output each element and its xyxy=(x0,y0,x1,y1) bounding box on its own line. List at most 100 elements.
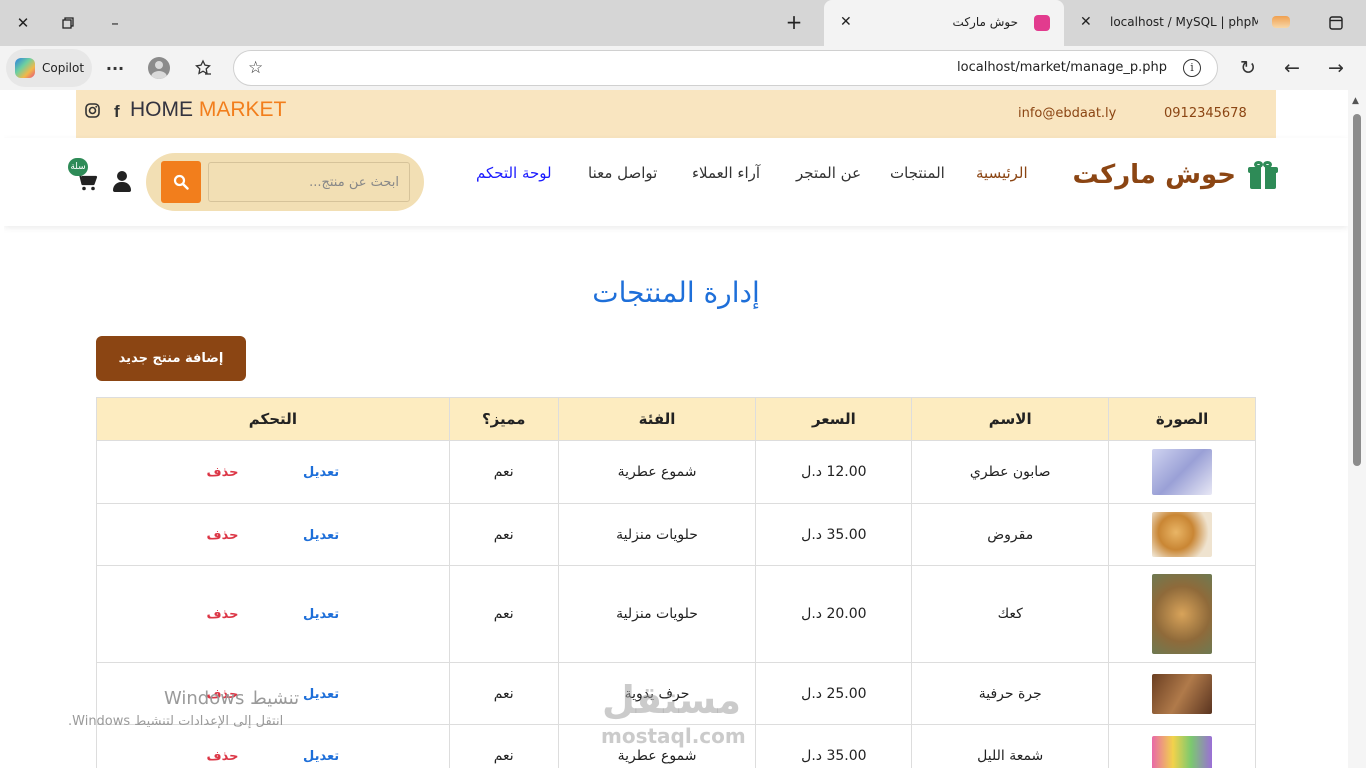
col-header-featured: مميز؟ xyxy=(448,397,559,441)
restore-window-icon[interactable] xyxy=(57,12,79,34)
copilot-label: Copilot xyxy=(42,61,85,75)
site-header: حوش ماركت الرئيسية المنتجات عن المتجر آر… xyxy=(4,138,1348,226)
windows-activation-title: تنشيط Windows xyxy=(164,688,300,709)
phpmyadmin-favicon-icon xyxy=(1272,16,1290,28)
edit-link[interactable]: تعديل xyxy=(303,465,339,480)
edit-link[interactable]: تعديل xyxy=(303,607,339,622)
edit-link[interactable]: تعديل xyxy=(303,687,339,702)
col-header-price: السعر xyxy=(755,397,913,441)
search-input[interactable]: ابحث عن منتج... xyxy=(208,162,410,202)
nav-products[interactable]: المنتجات xyxy=(890,164,945,182)
product-image-cell xyxy=(1108,662,1256,725)
favorite-star-icon[interactable]: ☆ xyxy=(248,58,263,78)
close-window-icon[interactable]: ✕ xyxy=(12,12,34,34)
nav-home[interactable]: الرئيسية xyxy=(976,164,1028,182)
search-button[interactable] xyxy=(161,161,201,203)
page-viewport: f HOME MARKET info@ebdaat.ly 0912345678 … xyxy=(4,90,1348,768)
delete-link[interactable]: حذف xyxy=(207,465,239,480)
watermark-arabic: مستقل xyxy=(602,678,741,722)
site-info-icon[interactable]: i xyxy=(1183,59,1201,77)
product-featured: نعم xyxy=(448,440,559,504)
product-featured: نعم xyxy=(448,565,559,663)
table-row: صابون عطري 12.00 د.ل شموع عطرية نعم تعدي… xyxy=(96,440,1256,504)
minimize-window-icon[interactable]: – xyxy=(104,12,126,34)
delete-link[interactable]: حذف xyxy=(207,749,239,764)
table-header-row: الصورة الاسم السعر الفئة مميز؟ التحكم xyxy=(96,397,1256,441)
tab-title: localhost / MySQL | phpMy xyxy=(1110,15,1258,29)
logo-text: حوش ماركت xyxy=(1072,160,1236,190)
user-icon[interactable] xyxy=(112,171,132,193)
search-container: ابحث عن منتج... xyxy=(146,153,424,211)
contact-email[interactable]: info@ebdaat.ly xyxy=(1018,106,1116,121)
product-actions: تعديل حذف xyxy=(96,440,450,504)
copilot-icon xyxy=(15,58,35,78)
product-image xyxy=(1152,449,1213,495)
col-header-actions: التحكم xyxy=(96,397,450,441)
refresh-icon[interactable]: ↻ xyxy=(1237,57,1259,79)
page-scrollbar[interactable]: ▲ xyxy=(1348,90,1366,768)
nav-reviews[interactable]: آراء العملاء xyxy=(692,164,760,182)
profile-icon[interactable] xyxy=(148,57,170,79)
product-name: صابون عطري xyxy=(911,440,1110,504)
product-actions: تعديل حذف xyxy=(96,503,450,566)
nav-about[interactable]: عن المتجر xyxy=(796,164,861,182)
tab-home-market[interactable]: ✕ حوش ماركت xyxy=(824,0,1064,46)
facebook-icon[interactable]: f xyxy=(114,102,120,122)
watermark-url: mostaql.com xyxy=(601,724,746,748)
tab-strip: ✕ – + ✕ حوش ماركت ✕ localhost / MySQL | … xyxy=(0,0,1366,46)
nav-dashboard[interactable]: لوحة التحكم xyxy=(476,164,552,182)
edit-link[interactable]: تعديل xyxy=(303,528,339,543)
product-featured: نعم xyxy=(448,724,559,768)
tab-actions-icon[interactable] xyxy=(1325,12,1347,34)
tab-title: حوش ماركت xyxy=(952,15,1018,29)
edit-link[interactable]: تعديل xyxy=(303,749,339,764)
product-price: 12.00 د.ل xyxy=(755,440,913,504)
site-logo[interactable]: حوش ماركت xyxy=(1073,160,1278,190)
search-icon xyxy=(173,174,189,190)
product-featured: نعم xyxy=(448,662,559,725)
delete-link[interactable]: حذف xyxy=(207,607,239,622)
site-favicon-icon xyxy=(1034,15,1050,31)
product-image xyxy=(1152,735,1213,768)
more-options-icon[interactable]: ··· xyxy=(104,57,126,79)
product-name: مقروض xyxy=(911,503,1110,566)
close-tab-icon[interactable]: ✕ xyxy=(1080,14,1092,30)
product-price: 20.00 د.ل xyxy=(755,565,913,663)
col-header-name: الاسم xyxy=(911,397,1110,441)
delete-link[interactable]: حذف xyxy=(207,528,239,543)
forward-arrow-icon[interactable]: → xyxy=(1325,57,1347,79)
address-url: localhost/market/manage_p.php xyxy=(957,60,1167,75)
cart-badge: سلة xyxy=(68,158,88,176)
page-title: إدارة المنتجات xyxy=(592,276,760,309)
product-image xyxy=(1152,512,1213,557)
browser-toolbar: Copilot ··· ☆ localhost/market/manage_p.… xyxy=(0,46,1366,90)
instagram-icon[interactable] xyxy=(85,103,100,122)
gift-icon xyxy=(1248,161,1278,189)
col-header-image: الصورة xyxy=(1108,397,1256,441)
windows-activation-hint: انتقل إلى الإعدادات لتنشيط Windows. xyxy=(68,714,284,729)
scroll-up-icon[interactable]: ▲ xyxy=(1352,96,1359,106)
brand-text: HOME MARKET xyxy=(130,98,287,121)
product-image-cell xyxy=(1108,440,1256,504)
nav-contact[interactable]: تواصل معنا xyxy=(588,164,657,182)
browser-chrome: ✕ – + ✕ حوش ماركت ✕ localhost / MySQL | … xyxy=(0,0,1366,90)
add-product-button[interactable]: إضافة منتج جديد xyxy=(96,336,246,381)
favorites-icon[interactable] xyxy=(192,57,214,79)
copilot-button[interactable]: Copilot xyxy=(6,49,92,87)
close-tab-icon[interactable]: ✕ xyxy=(840,14,852,30)
top-info-bar: f HOME MARKET info@ebdaat.ly 0912345678 xyxy=(76,90,1276,138)
product-actions: تعديل حذف xyxy=(96,724,450,768)
product-category: حلويات منزلية xyxy=(557,503,757,566)
product-image xyxy=(1152,673,1213,714)
scrollbar-thumb[interactable] xyxy=(1353,114,1361,466)
product-featured: نعم xyxy=(448,503,559,566)
col-header-category: الفئة xyxy=(557,397,757,441)
tab-phpmyadmin[interactable]: ✕ localhost / MySQL | phpMy xyxy=(1066,0,1316,46)
new-tab-button[interactable]: + xyxy=(783,12,805,34)
product-category: شموع عطرية xyxy=(557,440,757,504)
product-name: جرة حرفية xyxy=(911,662,1110,725)
address-bar[interactable]: ☆ localhost/market/manage_p.php i xyxy=(233,50,1218,86)
back-arrow-icon[interactable]: ← xyxy=(1281,57,1303,79)
product-price: 35.00 د.ل xyxy=(755,724,913,768)
product-price: 35.00 د.ل xyxy=(755,503,913,566)
